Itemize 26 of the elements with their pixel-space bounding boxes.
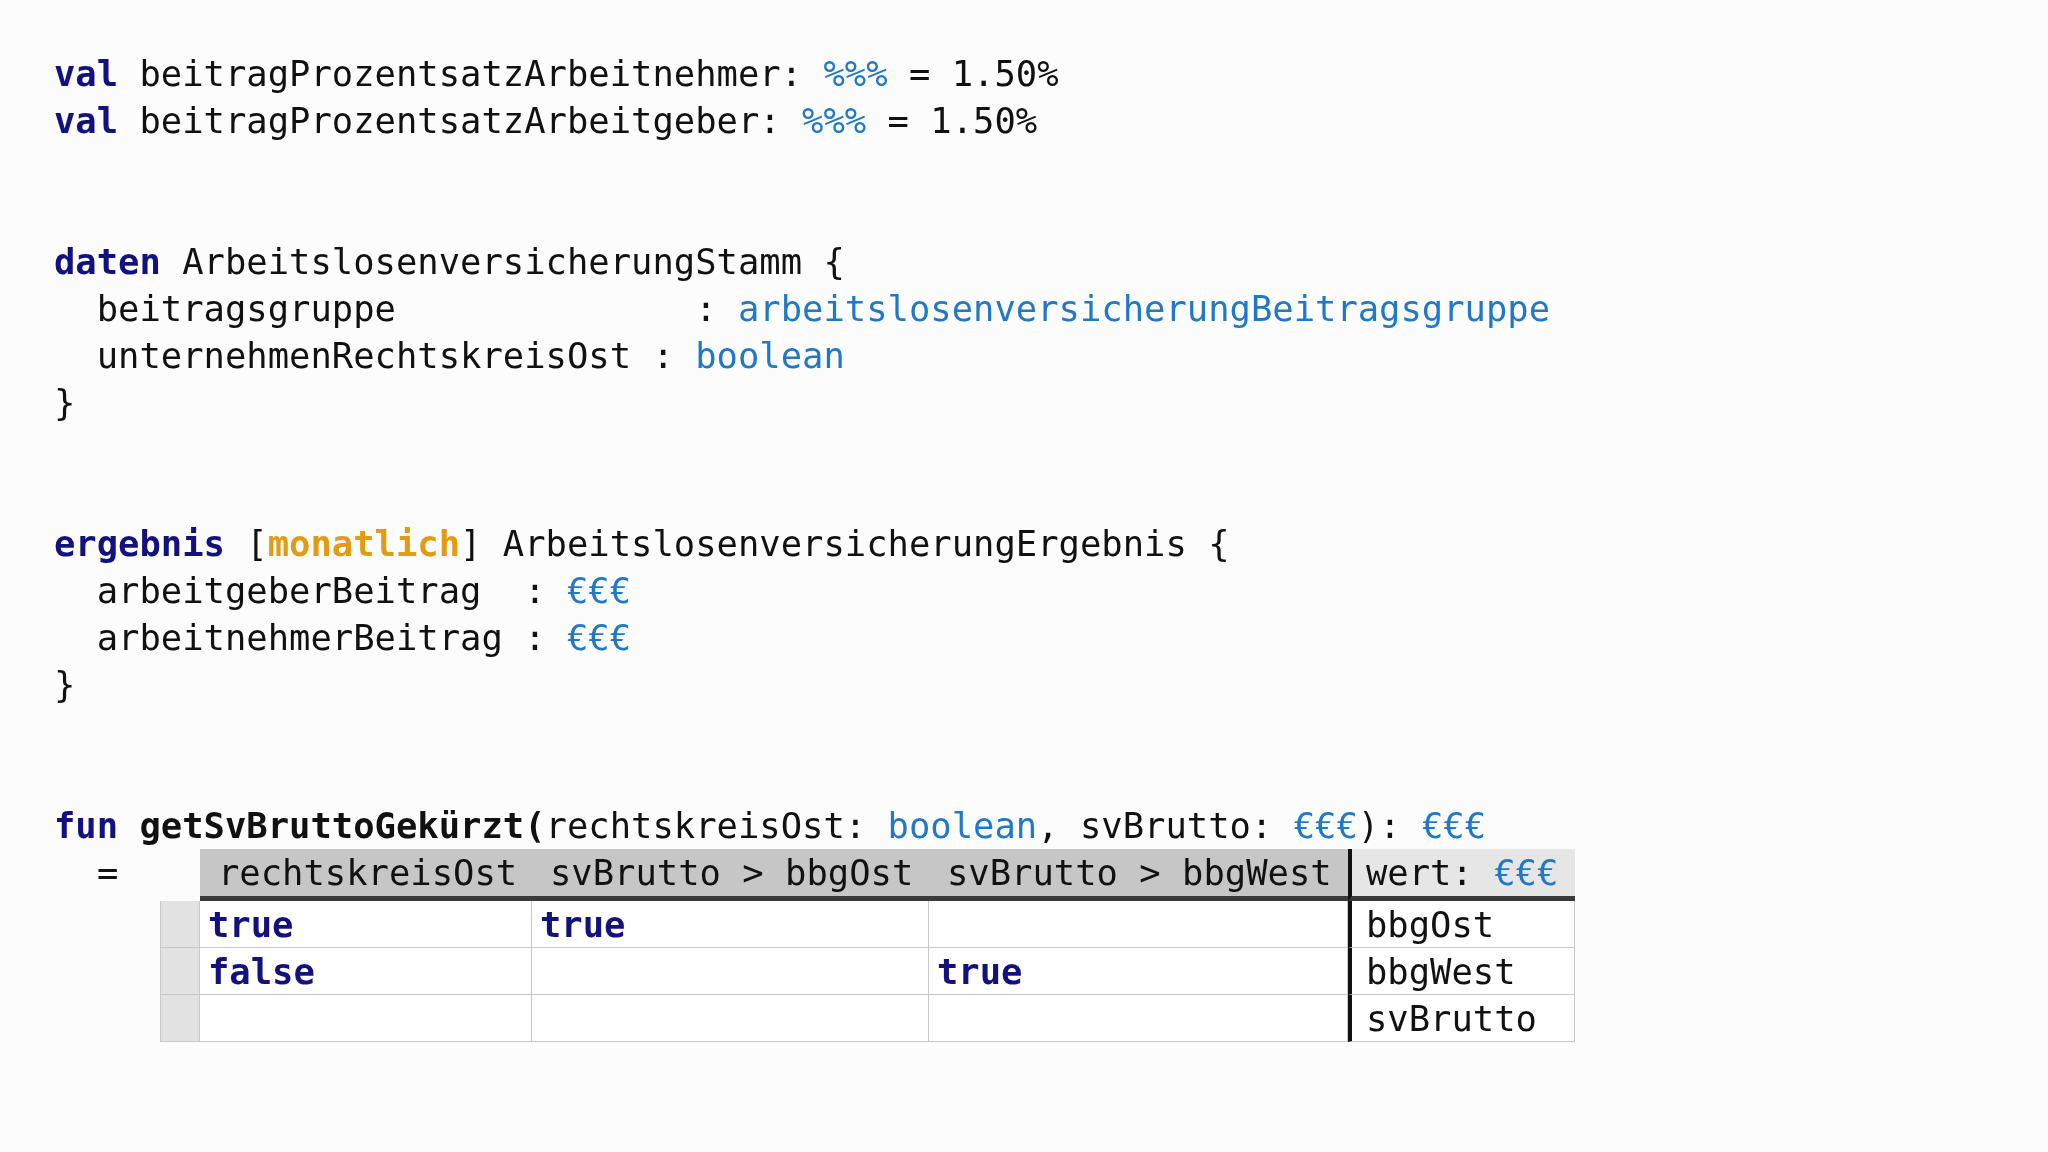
code-line: arbeitnehmerBeitrag : €€€ [95,616,632,660]
code-line: daten ArbeitslosenversicherungStamm { [54,240,845,284]
table-cell: true [200,901,532,948]
table-cell: bbgOst [1348,901,1575,948]
column-header: svBrutto > bbgWest [929,849,1348,901]
code-line: beitragsgruppe : arbeitslosenversicherungBeitragsgruppe [95,287,1551,331]
code-line: val beitragProzentsatzArbeitnehmer: %%% = 1.50% [54,52,1059,96]
column-header: rechtskreisOst [200,849,532,901]
column-header: wert: €€€ [1348,849,1575,901]
row-handle[interactable] [160,995,200,1042]
code-line: } [54,381,76,425]
table-cell: svBrutto [1348,995,1575,1042]
code-line: } [54,663,76,707]
code-line: ergebnis [monatlich] ArbeitslosenversicherungErgebnis { [54,522,1230,566]
code-line: arbeitgeberBeitrag : €€€ [95,569,632,613]
row-handle[interactable] [160,901,200,948]
table-cell: true [929,948,1348,995]
table-cell: bbgWest [1348,948,1575,995]
column-header: svBrutto > bbgOst [532,849,929,901]
code-line: val beitragProzentsatzArbeitgeber: %%% = 1.50% [54,99,1038,143]
table-cell: false [200,948,532,995]
code-line: fun getSvBruttoGekürzt(rechtskreisOst: boolean, svBrutto: €€€): €€€ [54,804,1487,848]
table-cell: true [532,901,929,948]
code-line: = [96,851,119,895]
row-handle[interactable] [160,948,200,995]
code-line: unternehmenRechtskreisOst : boolean [95,334,845,378]
